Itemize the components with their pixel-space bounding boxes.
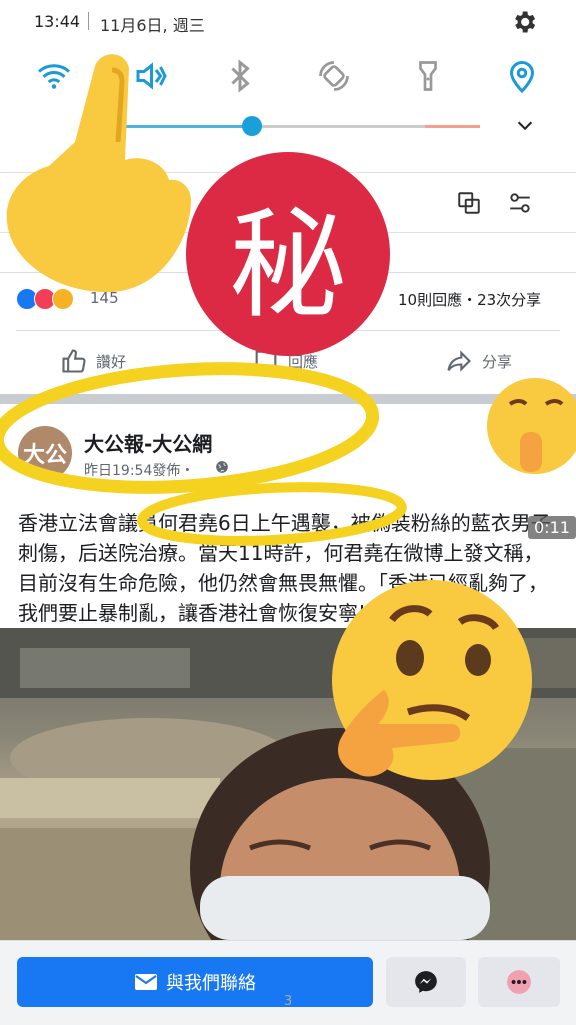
pointing-finger-emoji [6,54,191,293]
shushing-face-emoji [487,378,576,474]
page-indicator: 3 [284,994,293,1009]
highlight-ellipse [0,362,407,546]
contact-us-label: 與我們聯絡 [166,973,256,994]
secret-char: 秘 [228,195,347,334]
mail-icon [135,974,157,990]
messenger-button[interactable] [386,957,466,1007]
secret-stamp: 秘 [186,152,390,356]
more-icon [507,970,531,994]
messenger-icon [415,971,437,993]
more-button[interactable] [478,957,560,1007]
thinking-face-emoji [332,580,532,780]
contact-us-button[interactable]: 與我們聯絡 [17,957,373,1007]
